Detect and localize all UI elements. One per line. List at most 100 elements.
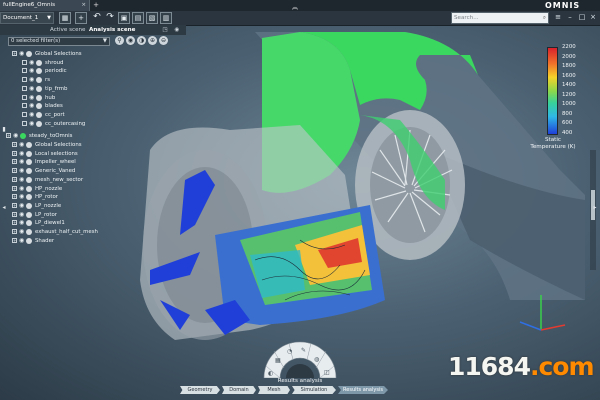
tree-item[interactable]: ◉ shroud <box>0 59 180 67</box>
checkbox[interactable] <box>22 94 27 100</box>
breadcrumb-step[interactable]: Domain <box>222 386 256 394</box>
tree-item[interactable]: + ◉ LP_rotor <box>0 211 180 219</box>
panel-collapse-icon[interactable]: ◂ <box>0 204 8 212</box>
eye-icon[interactable]: ◉ <box>19 202 24 210</box>
breadcrumb-step[interactable]: Geometry <box>180 386 220 394</box>
checkbox[interactable]: + <box>6 133 11 139</box>
checkbox[interactable]: + <box>12 202 17 208</box>
tab-active-scene[interactable]: Active scene <box>50 25 86 35</box>
eye-icon[interactable]: ◉ <box>19 211 24 219</box>
checkbox[interactable]: + <box>12 142 17 147</box>
filter-dropdown[interactable]: 0 selected filter(s) ▼ <box>8 37 110 46</box>
checkbox[interactable]: + <box>12 229 17 234</box>
add-icon[interactable]: + <box>75 12 87 24</box>
checkbox[interactable] <box>22 59 27 65</box>
search-input[interactable]: Search... ⌕ <box>451 12 549 24</box>
tree-item[interactable]: + ◉ Shader <box>0 237 180 245</box>
save-as-icon[interactable]: ▤ <box>132 12 144 24</box>
tree-item[interactable]: + ◉ Global Selections <box>0 50 180 58</box>
tree-item[interactable]: + ◉ HP_nozzle <box>0 185 180 193</box>
tree-item[interactable]: ◉ cc_outercasing <box>0 120 180 128</box>
search-icon[interactable]: ⌕ <box>543 13 546 23</box>
checkbox[interactable]: + <box>12 159 17 165</box>
tree-item[interactable]: ◉ hub <box>0 94 180 102</box>
eye-icon[interactable]: ◉ <box>19 176 24 184</box>
checkbox[interactable] <box>22 85 27 91</box>
panel-pin-icon[interactable]: ▮ <box>0 126 8 134</box>
checkbox[interactable]: + <box>12 176 17 182</box>
tree-item[interactable]: + ◉ Local selections <box>0 150 180 158</box>
tree-item[interactable]: ◉ rs <box>0 76 180 84</box>
tree-item[interactable]: ◉ blades <box>0 102 180 110</box>
eye-icon[interactable]: ◉ <box>19 237 24 245</box>
tree-item[interactable]: + ◉ Generic_Vaned <box>0 167 180 175</box>
minimize-icon[interactable]: – <box>564 12 576 24</box>
eye-icon[interactable]: ◉ <box>19 141 24 149</box>
expand-icon[interactable]: ⊕ <box>148 36 157 45</box>
grid-icon[interactable]: ▦ <box>59 12 71 24</box>
collapse-icon[interactable]: ︽ <box>292 2 298 11</box>
checkbox[interactable] <box>22 111 27 117</box>
eye-icon[interactable]: ◉ <box>29 102 34 110</box>
eye-icon[interactable]: ◉ <box>19 193 24 201</box>
checkbox[interactable] <box>22 120 27 126</box>
menu-icon[interactable]: ≡ <box>552 12 564 24</box>
layout-icon[interactable]: ▥ <box>160 12 172 24</box>
eye-icon[interactable]: ◉ <box>19 167 24 175</box>
tree-item[interactable]: + ◉ mesh_new_sector <box>0 176 180 184</box>
eye-icon[interactable]: ◉ <box>19 50 24 58</box>
eye-icon[interactable]: ◉ <box>29 111 34 119</box>
add-tab-button[interactable]: + <box>92 1 100 10</box>
close-icon[interactable]: × <box>81 0 86 11</box>
tree-item[interactable]: + ◉ LP_nozzle <box>0 202 180 210</box>
checkbox[interactable]: + <box>12 237 17 243</box>
tab-analysis-scene[interactable]: Analysis scene <box>89 25 135 35</box>
eye-icon[interactable]: ◉ <box>19 185 24 193</box>
file-tab[interactable]: fullEngine6_Omnis × <box>0 0 90 11</box>
tree-item[interactable]: + ◉ LP_diewel1 <box>0 219 180 227</box>
screenshot-icon[interactable]: ◳ <box>160 25 170 35</box>
breadcrumb-step[interactable]: Simulation <box>292 386 336 394</box>
eye-icon[interactable]: ◉ <box>29 67 34 75</box>
undo-icon[interactable]: ↶ <box>91 12 103 24</box>
tree-item[interactable]: + ◉ Impeller_wheel <box>0 158 180 166</box>
breadcrumb-step[interactable]: Results analysis <box>338 386 388 394</box>
checkbox[interactable] <box>22 103 27 109</box>
checkbox[interactable]: + <box>12 220 17 226</box>
eye-icon[interactable]: ◉ <box>19 150 24 158</box>
checkbox[interactable] <box>22 77 27 83</box>
results-wheel[interactable]: ◐▦ ◔ ✎ ◍ ◫ <box>262 338 338 378</box>
eye-icon[interactable]: ◉ <box>29 94 34 102</box>
checkbox[interactable]: + <box>12 51 17 56</box>
breadcrumb-step[interactable]: Mesh <box>258 386 290 394</box>
document-selector[interactable]: Document_1 ▼ <box>0 12 54 24</box>
checkbox[interactable]: + <box>12 211 17 217</box>
eye-icon[interactable]: ◉ <box>126 36 135 45</box>
eye-icon[interactable]: ◉ <box>19 219 24 227</box>
eye-icon[interactable]: ◉ <box>19 158 24 166</box>
camera-icon[interactable]: ◉ <box>172 25 182 35</box>
checkbox[interactable]: + <box>12 185 17 191</box>
tree-item[interactable]: ◉ tip_frmb <box>0 85 180 93</box>
checkbox[interactable]: + <box>12 150 17 156</box>
eye-icon[interactable]: ◉ <box>29 85 34 93</box>
eye-icon[interactable]: ◉ <box>29 59 34 67</box>
checkbox[interactable]: + <box>12 194 17 200</box>
right-panel-expand-icon[interactable]: ▸ <box>591 204 599 212</box>
checkbox[interactable] <box>22 68 27 74</box>
collapse-all-icon[interactable]: ⊖ <box>159 36 168 45</box>
eye-icon[interactable]: ◉ <box>29 76 34 84</box>
tree-item[interactable]: + ◉ Global Selections <box>0 141 180 149</box>
export-icon[interactable]: ▧ <box>146 12 158 24</box>
eye-icon[interactable]: ◉ <box>29 120 34 128</box>
tree-item[interactable]: + ◉ steady_toOmnis <box>0 132 180 140</box>
tree-item[interactable]: ◉ periodic <box>0 67 180 75</box>
tree-item[interactable]: ◉ cc_port <box>0 111 180 119</box>
visibility-toggle-icon[interactable]: ◑ <box>137 36 146 45</box>
redo-icon[interactable]: ↷ <box>104 12 116 24</box>
tree-item[interactable]: + ◉ exhaust_half_cut_mesh <box>0 228 180 236</box>
filter-icon[interactable]: ⚲ <box>115 36 124 45</box>
save-icon[interactable]: ▣ <box>118 12 130 24</box>
tree-item[interactable]: + ◉ HP_rotor <box>0 193 180 201</box>
eye-icon[interactable]: ◉ <box>13 132 18 140</box>
